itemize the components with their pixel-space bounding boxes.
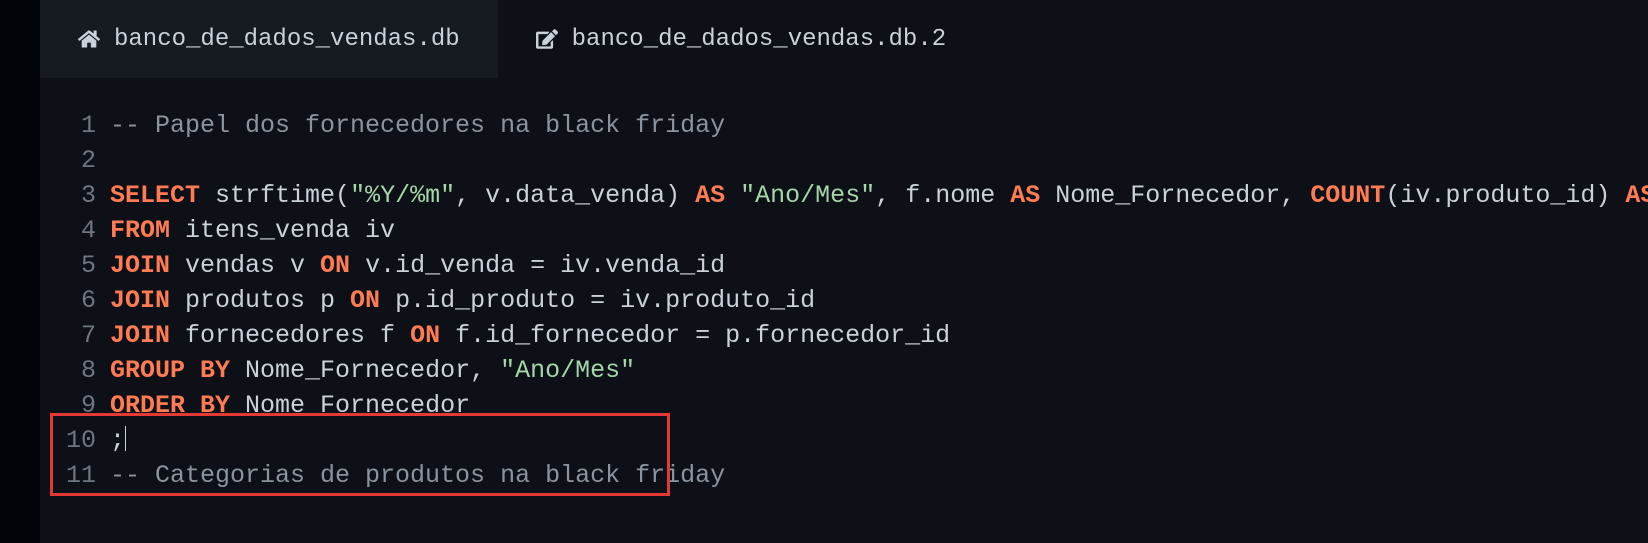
line-number: 2 bbox=[40, 143, 110, 178]
code-content[interactable]: SELECT strftime("%Y/%m", v.data_venda) A… bbox=[110, 178, 1648, 213]
tab-db-edit[interactable]: banco_de_dados_vendas.db.2 bbox=[498, 0, 984, 78]
code-line[interactable]: 7JOIN fornecedores f ON f.id_fornecedor … bbox=[40, 318, 1648, 353]
code-content[interactable] bbox=[110, 143, 1648, 178]
line-number: 9 bbox=[40, 388, 110, 423]
code-line[interactable]: 11-- Categorias de produtos na black fri… bbox=[40, 458, 1648, 493]
code-content[interactable]: JOIN fornecedores f ON f.id_fornecedor =… bbox=[110, 318, 1648, 353]
code-content[interactable]: ORDER BY Nome_Fornecedor bbox=[110, 388, 1648, 423]
code-line[interactable]: 6JOIN produtos p ON p.id_produto = iv.pr… bbox=[40, 283, 1648, 318]
code-content[interactable]: ; bbox=[110, 423, 1648, 458]
code-content[interactable]: -- Papel dos fornecedores na black frida… bbox=[110, 108, 1648, 143]
tab-label: banco_de_dados_vendas.db.2 bbox=[572, 26, 946, 53]
code-content[interactable]: FROM itens_venda iv bbox=[110, 213, 1648, 248]
home-icon bbox=[78, 28, 100, 50]
code-line[interactable]: 4FROM itens_venda iv bbox=[40, 213, 1648, 248]
code-editor[interactable]: 1-- Papel dos fornecedores na black frid… bbox=[40, 78, 1648, 493]
line-number: 7 bbox=[40, 318, 110, 353]
code-content[interactable]: -- Categorias de produtos na black frida… bbox=[110, 458, 1648, 493]
line-number: 3 bbox=[40, 178, 110, 213]
text-cursor bbox=[125, 426, 126, 451]
code-content[interactable]: GROUP BY Nome_Fornecedor, "Ano/Mes" bbox=[110, 353, 1648, 388]
line-number: 8 bbox=[40, 353, 110, 388]
line-number: 1 bbox=[40, 108, 110, 143]
line-number: 5 bbox=[40, 248, 110, 283]
line-number: 10 bbox=[40, 423, 110, 458]
tab-label: banco_de_dados_vendas.db bbox=[114, 26, 460, 53]
code-line[interactable]: 9ORDER BY Nome_Fornecedor bbox=[40, 388, 1648, 423]
code-line[interactable]: 1-- Papel dos fornecedores na black frid… bbox=[40, 108, 1648, 143]
code-line[interactable]: 3SELECT strftime("%Y/%m", v.data_venda) … bbox=[40, 178, 1648, 213]
line-number: 4 bbox=[40, 213, 110, 248]
tab-bar: banco_de_dados_vendas.db banco_de_dados_… bbox=[40, 0, 1648, 78]
code-line[interactable]: 2 bbox=[40, 143, 1648, 178]
line-number: 11 bbox=[40, 458, 110, 493]
code-line[interactable]: 8GROUP BY Nome_Fornecedor, "Ano/Mes" bbox=[40, 353, 1648, 388]
edit-icon bbox=[536, 28, 558, 50]
code-line[interactable]: 10; bbox=[40, 423, 1648, 458]
activity-bar bbox=[0, 0, 40, 543]
code-content[interactable]: JOIN vendas v ON v.id_venda = iv.venda_i… bbox=[110, 248, 1648, 283]
main-area: banco_de_dados_vendas.db banco_de_dados_… bbox=[40, 0, 1648, 543]
code-line[interactable]: 5JOIN vendas v ON v.id_venda = iv.venda_… bbox=[40, 248, 1648, 283]
tab-db-main[interactable]: banco_de_dados_vendas.db bbox=[40, 0, 498, 78]
code-content[interactable]: JOIN produtos p ON p.id_produto = iv.pro… bbox=[110, 283, 1648, 318]
line-number: 6 bbox=[40, 283, 110, 318]
